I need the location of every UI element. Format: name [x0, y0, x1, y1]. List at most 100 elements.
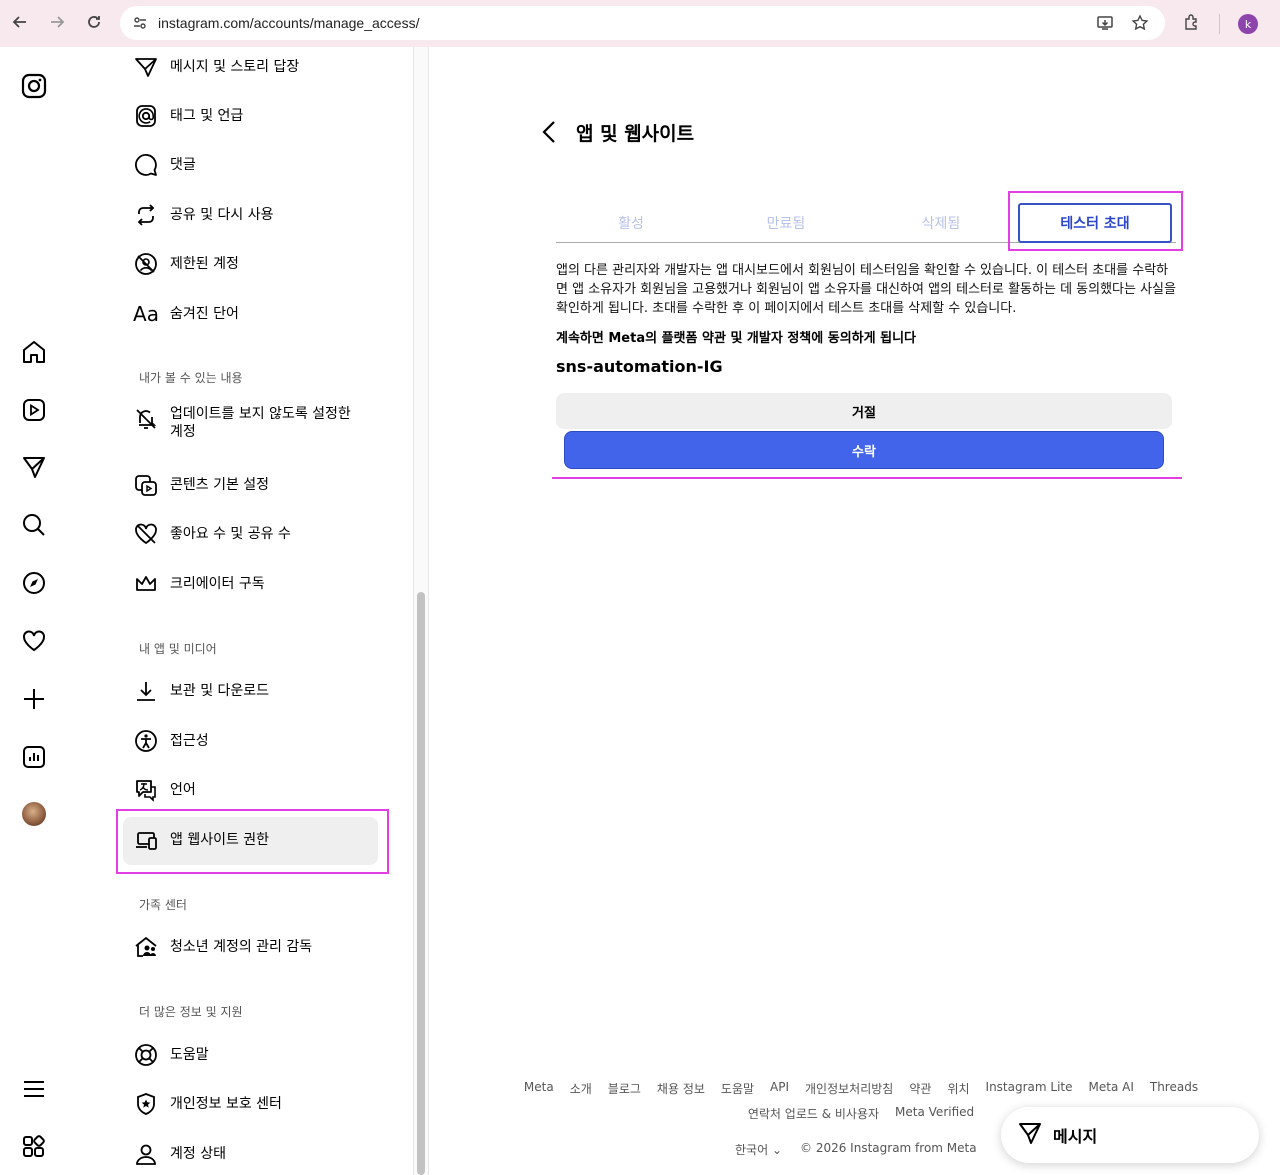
- profile-avatar-icon[interactable]: [22, 802, 46, 826]
- url-text[interactable]: instagram.com/accounts/manage_access/: [158, 15, 419, 31]
- section-heading-family: 가족 센터: [139, 898, 187, 912]
- tab-active[interactable]: 활성: [556, 213, 706, 233]
- content-icon: [132, 471, 160, 499]
- settings-item-comments[interactable]: 댓글: [132, 145, 382, 185]
- language-label: 한국어: [735, 1143, 769, 1157]
- settings-item-archive-download[interactable]: 보관 및 다운로드: [132, 671, 382, 711]
- footer-link[interactable]: 블로그: [608, 1080, 641, 1097]
- address-bar[interactable]: instagram.com/accounts/manage_access/: [120, 6, 1165, 40]
- footer-link[interactable]: API: [770, 1080, 789, 1097]
- language-icon: [132, 776, 160, 804]
- settings-sidebar: 메시지 및 스토리 답장 태그 및 언급 댓글 공유 및 다시 사용 제한된 계…: [70, 47, 413, 1175]
- menu-hamburger-icon[interactable]: [20, 1075, 48, 1103]
- settings-item-language[interactable]: 언어: [132, 770, 382, 810]
- accessibility-icon: [132, 727, 160, 755]
- settings-item-hidden-words[interactable]: Aa 숨겨진 단어: [132, 294, 382, 334]
- settings-item-label: 댓글: [170, 157, 196, 173]
- footer-link[interactable]: 위치: [947, 1080, 969, 1097]
- tester-invite-description: 앱의 다른 관리자와 개발자는 앱 대시보드에서 회원님이 테스터임을 확인할 …: [556, 263, 1176, 316]
- profile-avatar[interactable]: k: [1238, 14, 1258, 34]
- bookmark-star-icon[interactable]: [1128, 11, 1152, 35]
- footer-link[interactable]: Threads: [1150, 1080, 1198, 1097]
- settings-item-label: 공유 및 다시 사용: [170, 207, 274, 223]
- footer-link[interactable]: 채용 정보: [657, 1080, 705, 1097]
- settings-item-account-status[interactable]: 계정 상태: [132, 1134, 382, 1174]
- forward-arrow-icon[interactable]: [45, 10, 69, 34]
- settings-item-help[interactable]: 도움말: [132, 1035, 382, 1075]
- comment-icon: [132, 151, 160, 179]
- settings-item-label: 접근성: [170, 733, 209, 749]
- terms-agreement-text: 계속하면 Meta의 플랫폼 약관 및 개발자 정책에 동의하게 됩니다: [556, 331, 916, 346]
- footer-link[interactable]: 도움말: [721, 1080, 754, 1097]
- settings-item-app-permissions[interactable]: 앱 웹사이트 권한: [132, 820, 382, 860]
- reject-button[interactable]: 거절: [556, 393, 1172, 429]
- download-icon: [132, 677, 160, 705]
- restricted-icon: [132, 250, 160, 278]
- settings-item-label: 앱 웹사이트 권한: [170, 832, 270, 848]
- settings-item-subscriptions[interactable]: 크리에이터 구독: [132, 564, 382, 604]
- messages-label: 메시지: [1053, 1127, 1098, 1146]
- extensions-icon[interactable]: [1180, 10, 1204, 34]
- settings-item-restricted[interactable]: 제한된 계정: [132, 244, 382, 284]
- back-arrow-icon[interactable]: [8, 10, 32, 34]
- insights-chart-icon[interactable]: [20, 743, 48, 771]
- settings-item-privacy-center[interactable]: 개인정보 보호 센터: [132, 1084, 382, 1124]
- settings-item-label: 콘텐츠 기본 설정: [170, 477, 270, 493]
- settings-item-accessibility[interactable]: 접근성: [132, 721, 382, 761]
- section-heading-media: 내 앱 및 미디어: [139, 642, 217, 656]
- settings-item-label: 보관 및 다운로드: [170, 683, 270, 699]
- settings-item-label: 개인정보 보호 센터: [170, 1096, 282, 1112]
- section-heading-view: 내가 볼 수 있는 내용: [139, 371, 243, 385]
- settings-item-supervision[interactable]: 청소년 계정의 관리 감독: [132, 927, 382, 967]
- install-app-icon[interactable]: [1093, 11, 1117, 35]
- settings-item-label: 좋아요 수 및 공유 수: [170, 526, 291, 542]
- lifebuoy-icon: [132, 1041, 160, 1069]
- create-plus-icon[interactable]: [20, 685, 48, 713]
- footer-link[interactable]: 연락처 업로드 & 비사용자: [748, 1105, 879, 1122]
- sidebar-scrollbar-thumb[interactable]: [417, 592, 425, 1175]
- highlight-box-tab: [1008, 191, 1183, 251]
- settings-item-label: 청소년 계정의 관리 감독: [170, 939, 313, 955]
- settings-item-like-counts[interactable]: 좋아요 수 및 공유 수: [132, 514, 382, 554]
- search-icon[interactable]: [20, 511, 48, 539]
- direct-send-icon[interactable]: [20, 453, 48, 481]
- notifications-heart-icon[interactable]: [20, 627, 48, 655]
- language-selector[interactable]: 한국어 ⌄: [735, 1141, 782, 1158]
- at-icon: [132, 102, 160, 130]
- back-chevron-icon[interactable]: [538, 119, 560, 145]
- messages-floating-button[interactable]: 메시지: [1001, 1107, 1259, 1163]
- explore-compass-icon[interactable]: [20, 569, 48, 597]
- settings-item-tags[interactable]: 태그 및 언급: [132, 96, 382, 136]
- settings-item-sharing[interactable]: 공유 및 다시 사용: [132, 195, 382, 235]
- settings-item-messages[interactable]: 메시지 및 스토리 답장: [132, 47, 382, 87]
- accept-button[interactable]: 수락: [564, 431, 1164, 469]
- instagram-logo-icon[interactable]: [20, 72, 48, 100]
- tab-removed[interactable]: 삭제됨: [866, 213, 1016, 233]
- instagram-nav-rail: [0, 47, 70, 1175]
- settings-item-content-preferences[interactable]: 콘텐츠 기본 설정: [132, 465, 382, 505]
- site-settings-icon[interactable]: [130, 13, 150, 33]
- more-apps-icon[interactable]: [20, 1133, 48, 1161]
- footer-link[interactable]: Meta: [524, 1080, 554, 1097]
- footer-link[interactable]: Instagram Lite: [986, 1080, 1073, 1097]
- footer-link[interactable]: 약관: [909, 1080, 931, 1097]
- repost-icon: [132, 201, 160, 229]
- user-icon: [132, 1140, 160, 1168]
- footer-link[interactable]: Meta AI: [1089, 1080, 1134, 1097]
- home-icon[interactable]: [20, 338, 48, 366]
- tab-expired[interactable]: 만료됨: [711, 213, 861, 233]
- footer-link[interactable]: 개인정보처리방침: [805, 1080, 893, 1097]
- settings-item-label: 도움말: [170, 1047, 209, 1063]
- settings-item-label: 크리에이터 구독: [170, 576, 265, 592]
- settings-item-label: 숨겨진 단어: [170, 306, 239, 322]
- highlight-underline: [552, 477, 1182, 479]
- settings-item-muted-accounts[interactable]: 업데이트를 보지 않도록 설정한 계정: [132, 405, 382, 449]
- footer-link[interactable]: Meta Verified: [895, 1105, 974, 1122]
- chevron-down-icon: ⌄: [771, 1143, 783, 1157]
- page-title: 앱 및 웹사이트: [576, 123, 695, 145]
- reload-icon[interactable]: [82, 10, 106, 34]
- reels-icon[interactable]: [20, 396, 48, 424]
- toolbar-divider: [1219, 14, 1220, 34]
- footer-link[interactable]: 소개: [570, 1080, 592, 1097]
- crown-icon: [132, 570, 160, 598]
